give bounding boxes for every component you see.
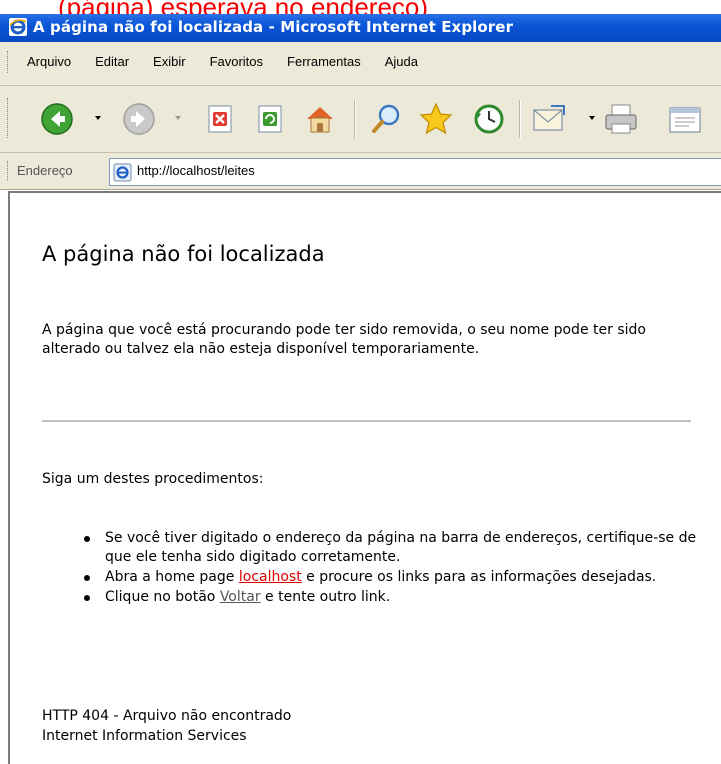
server-name: Internet Information Services: [42, 728, 247, 744]
menu-ferramentas[interactable]: Ferramentas: [287, 54, 361, 69]
bullet-text-3-pre: Clique no botão: [105, 589, 220, 605]
list-item: Clique no botão Voltar e tente outro lin…: [84, 588, 705, 607]
history-icon[interactable]: [472, 102, 506, 136]
clipped-heading-text: (página) esperava no endereço): [58, 0, 428, 14]
favorites-icon[interactable]: [418, 101, 454, 137]
page-content: A página não foi localizada A página que…: [8, 191, 721, 764]
bullet-icon: [84, 595, 90, 601]
print-icon[interactable]: [603, 102, 639, 136]
address-input[interactable]: http://localhost/leites: [109, 158, 721, 186]
bullet-icon: [84, 536, 90, 542]
divider: [42, 420, 691, 422]
address-label: Endereço: [17, 163, 73, 178]
http-error-code: HTTP 404 - Arquivo não encontrado: [42, 708, 292, 724]
toolbar-separator: [519, 100, 521, 138]
menu-editar[interactable]: Editar: [95, 54, 129, 69]
bullet-icon: [84, 575, 90, 581]
page-icon: [113, 163, 132, 182]
mail-icon[interactable]: [531, 103, 567, 135]
edit-icon[interactable]: [667, 104, 703, 136]
forward-icon[interactable]: [122, 102, 156, 136]
bullet-text-2-pre: Abra a home page: [105, 569, 239, 585]
window-title: A página não foi localizada - Microsoft …: [33, 18, 514, 36]
toolbar-grip[interactable]: [7, 98, 10, 138]
addressbar-grip[interactable]: [7, 161, 10, 181]
home-icon[interactable]: [303, 102, 337, 136]
back-link[interactable]: Voltar: [220, 589, 261, 605]
stop-icon[interactable]: [205, 104, 235, 134]
address-url[interactable]: http://localhost/leites: [137, 163, 255, 178]
search-icon[interactable]: [370, 102, 404, 136]
bullet-text-2-post: e procure os links para as informações d…: [301, 569, 657, 585]
menu-exibir[interactable]: Exibir: [153, 54, 186, 69]
standard-toolbar: [0, 86, 721, 153]
list-item: Abra a home page localhost e procure os …: [84, 568, 705, 587]
back-dropdown-arrow[interactable]: [95, 116, 101, 120]
menu-favoritos[interactable]: Favoritos: [210, 54, 263, 69]
instructions-text: Siga um destes procedimentos:: [42, 471, 264, 487]
menubar-grip[interactable]: [7, 51, 10, 73]
page-heading: A página não foi localizada: [42, 242, 325, 266]
ie-window-icon: [9, 18, 27, 36]
localhost-link[interactable]: localhost: [239, 569, 302, 585]
bullet-text-3-post: e tente outro link.: [260, 589, 391, 605]
forward-dropdown-arrow[interactable]: [175, 116, 181, 120]
menu-ajuda[interactable]: Ajuda: [385, 54, 418, 69]
menu-arquivo[interactable]: Arquivo: [27, 54, 71, 69]
mail-dropdown-arrow[interactable]: [589, 116, 595, 120]
menu-bar: Arquivo Editar Exibir Favoritos Ferramen…: [0, 42, 721, 86]
back-icon[interactable]: [40, 102, 74, 136]
title-bar: A página não foi localizada - Microsoft …: [0, 14, 721, 42]
bullet-text-1: Se você tiver digitado o endereço da pág…: [105, 530, 697, 565]
error-footer: HTTP 404 - Arquivo não encontrado Intern…: [42, 706, 291, 746]
suggestion-list: Se você tiver digitado o endereço da pág…: [84, 529, 705, 607]
address-bar: Endereço http://localhost/leites: [0, 153, 721, 190]
toolbar-separator: [354, 100, 356, 138]
list-item: Se você tiver digitado o endereço da pág…: [84, 529, 705, 567]
intro-paragraph: A página que você está procurando pode t…: [42, 322, 646, 357]
refresh-icon[interactable]: [255, 104, 285, 134]
